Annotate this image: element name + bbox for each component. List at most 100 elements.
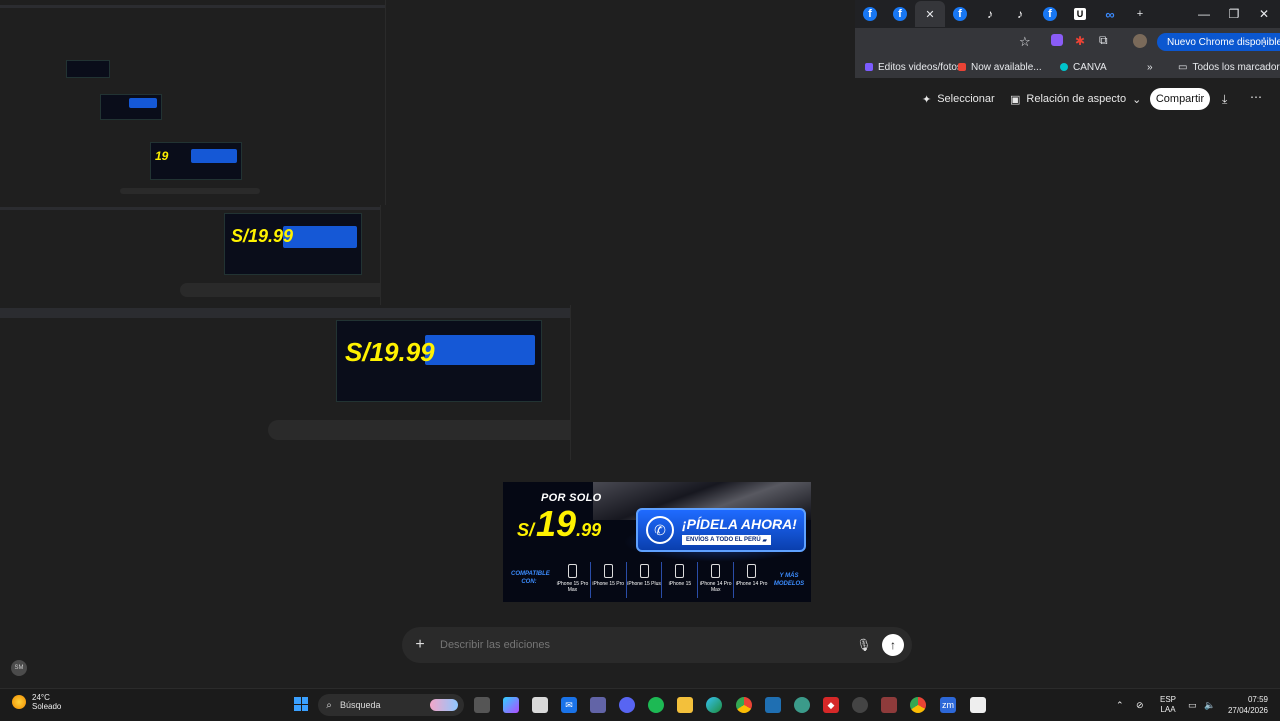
anydesk-icon[interactable]: ◆: [823, 697, 839, 713]
magic-select-icon: ✦: [922, 93, 932, 106]
close-window-button[interactable]: ✕: [1248, 0, 1280, 28]
zoom-icon[interactable]: zm: [940, 697, 956, 713]
share-button[interactable]: Compartir: [1150, 88, 1210, 110]
tab-4[interactable]: ♪: [975, 1, 1005, 27]
extension-icon[interactable]: ✱: [1075, 34, 1085, 48]
bookmark-canva[interactable]: CANVA: [1060, 62, 1107, 73]
edge-icon[interactable]: [706, 697, 722, 713]
phone-label: iPhone 15: [668, 581, 692, 587]
profile-avatar[interactable]: [1133, 34, 1147, 48]
whatsapp-cta: ✆ ¡PÍDELA AHORA! ENVÍOS A TODO EL PERÚ ▰: [636, 508, 806, 552]
all-bookmarks[interactable]: ▭ Todos los marcadores: [1178, 62, 1280, 73]
chevron-down-icon: ⌄: [1132, 93, 1142, 106]
monitor-icon[interactable]: ▭: [1188, 689, 1197, 721]
download-icon[interactable]: ⤓: [1222, 92, 1227, 107]
maximize-button[interactable]: ❐: [1218, 0, 1250, 28]
file-explorer-icon[interactable]: [677, 697, 693, 713]
tab-3[interactable]: f: [945, 1, 975, 27]
mini-ad-5: [100, 94, 162, 120]
teams-icon[interactable]: [590, 697, 606, 713]
avatar[interactable]: SM: [11, 660, 27, 676]
mail-icon[interactable]: ✉: [561, 697, 577, 713]
mini-ad-4: 19: [150, 142, 242, 180]
bookmark-now-available[interactable]: Now available...: [958, 62, 1042, 73]
tab-8[interactable]: ∞: [1095, 1, 1125, 27]
sun-icon: [12, 695, 26, 709]
photo-editor-icon[interactable]: [765, 697, 781, 713]
tray-chevron-icon[interactable]: ⌃: [1116, 689, 1124, 721]
notepad-icon[interactable]: [970, 697, 986, 713]
phone-models: iPhone 15 Pro Max iPhone 15 Pro iPhone 1…: [555, 562, 769, 598]
phone-icon: [567, 564, 577, 578]
whatsapp-icon: ✆: [646, 516, 674, 544]
kebab-menu-icon[interactable]: ⋮: [1258, 35, 1270, 49]
search-label: Búsqueda: [340, 700, 381, 710]
bookmarks-overflow-icon[interactable]: »: [1147, 62, 1153, 73]
price-currency: S/: [517, 520, 535, 540]
lang-top: ESP: [1160, 695, 1177, 704]
select-button[interactable]: ✦ Seleccionar: [922, 88, 995, 110]
spotify-icon[interactable]: [648, 697, 664, 713]
phone-icon: [711, 564, 721, 578]
search-highlight-icon: [430, 699, 458, 711]
send-button[interactable]: ↑: [882, 634, 904, 656]
mini-ad-2: S/19.99: [336, 320, 542, 402]
phone-model: iPhone 15 Plus: [625, 562, 662, 598]
language-indicator[interactable]: ESP LAA: [1160, 689, 1176, 721]
describe-edits-input[interactable]: [438, 638, 852, 652]
truck-icon: ▰: [762, 537, 767, 544]
taskbar: 24°C Soleado ⌕ Búsqueda ✉ ◆ zm ⌃ ⊘ ESP L…: [0, 688, 1280, 721]
close-icon[interactable]: ✕: [925, 8, 934, 21]
puzzle-icon[interactable]: ⧉: [1099, 33, 1108, 48]
canva-icon: [1060, 63, 1068, 71]
ad-banner-image: POR SOLO S/ 19 .99 ✆ ¡PÍDELA AHORA! ENVÍ…: [503, 482, 811, 602]
windows-start-icon[interactable]: [294, 697, 308, 711]
network-off-icon[interactable]: ⊘: [1136, 689, 1144, 721]
tab-5[interactable]: ♪: [1005, 1, 1035, 27]
all-bookmarks-label: Todos los marcadores: [1192, 61, 1280, 73]
compatible-text: COMPATIBLE CON:: [511, 571, 550, 585]
bookmark-label: Editos videos/fotos: [878, 61, 962, 73]
aspect-ratio-button[interactable]: ▣ Relación de aspecto ⌄: [1010, 88, 1141, 110]
copilot-icon[interactable]: [503, 697, 519, 713]
select-label: Seleccionar: [937, 93, 995, 105]
phone-model: iPhone 14 Pro: [733, 562, 769, 598]
discord-icon[interactable]: [619, 697, 635, 713]
store-icon[interactable]: [532, 697, 548, 713]
more-options-icon[interactable]: ⋯: [1250, 90, 1262, 104]
chrome-alt-icon[interactable]: [852, 697, 868, 713]
weather-widget[interactable]: 24°C Soleado: [12, 693, 61, 711]
tab-active[interactable]: ✕: [915, 1, 945, 27]
extension-icon[interactable]: [1051, 34, 1063, 46]
phone-label: iPhone 14 Pro Max: [699, 581, 732, 593]
chrome-icon[interactable]: [736, 697, 752, 713]
new-tab-button[interactable]: +: [1125, 1, 1155, 27]
price: S/ 19 .99: [517, 506, 601, 542]
phone-label: iPhone 15 Pro Max: [556, 581, 589, 593]
add-icon[interactable]: +: [402, 636, 438, 654]
volume-icon[interactable]: 🔈: [1204, 689, 1215, 721]
bookmark-editos[interactable]: Editos videos/fotos: [865, 62, 962, 73]
task-view-icon[interactable]: [474, 697, 490, 713]
microphone-icon[interactable]: 🎙: [852, 638, 876, 652]
aspect-ratio-label: Relación de aspecto: [1026, 93, 1127, 105]
minimize-button[interactable]: —: [1188, 0, 1220, 28]
bookmark-label: Now available...: [971, 61, 1042, 73]
bookmark-icon: [865, 63, 873, 71]
tab-1[interactable]: f: [855, 1, 885, 27]
phone-label: iPhone 14 Pro: [735, 581, 768, 587]
price-integer: 19: [536, 503, 577, 544]
tab-2[interactable]: f: [885, 1, 915, 27]
weather-condition: Soleado: [32, 702, 62, 711]
tab-7[interactable]: U: [1065, 1, 1095, 27]
tab-6[interactable]: f: [1035, 1, 1065, 27]
chrome-profile-icon[interactable]: [910, 697, 926, 713]
aspect-ratio-icon: ▣: [1010, 93, 1021, 106]
taskbar-search[interactable]: ⌕ Búsqueda: [318, 694, 464, 716]
clock[interactable]: 07:59 27/04/2026: [1224, 694, 1268, 716]
mini-ad-3: S/19.99: [224, 213, 362, 275]
star-icon[interactable]: ☆: [1019, 34, 1031, 50]
calculator-icon[interactable]: [881, 697, 897, 713]
bookmarks-bar: Editos videos/fotos Now available... CAN…: [855, 56, 1280, 78]
browser-icon[interactable]: [794, 697, 810, 713]
